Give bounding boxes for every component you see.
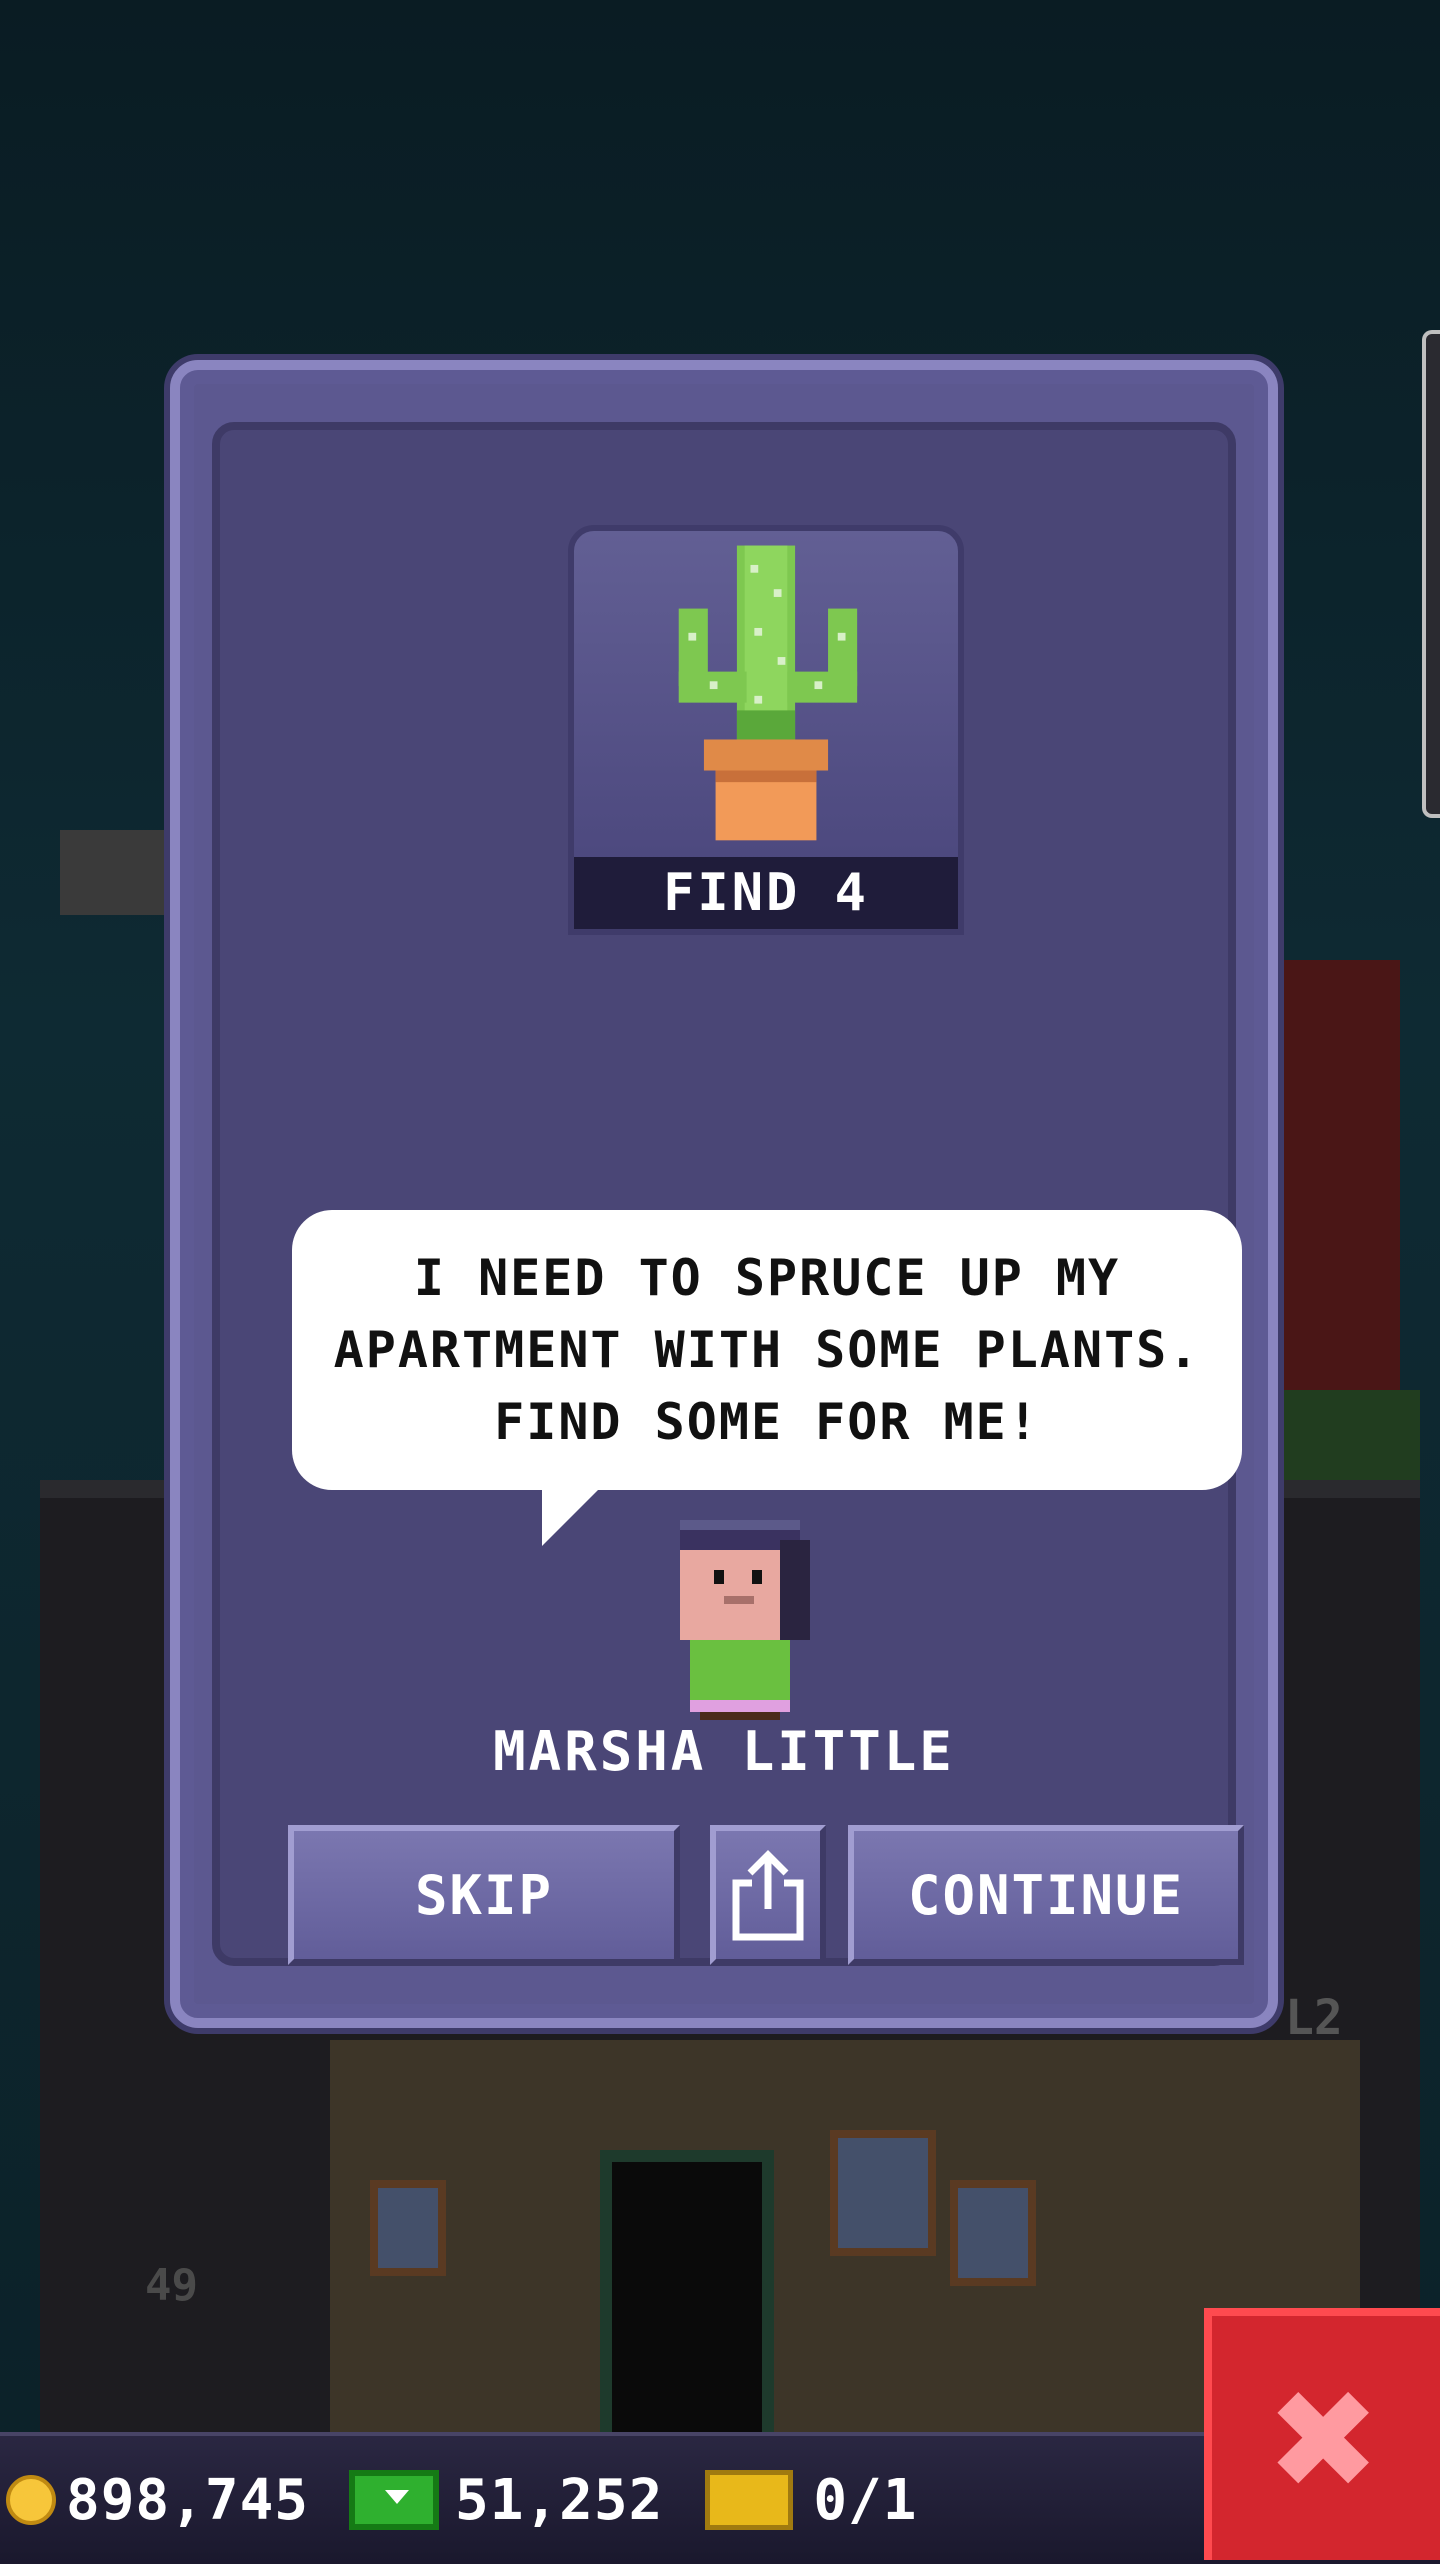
picture-frame (830, 2130, 936, 2256)
mission-item-card: FIND 4 (568, 525, 964, 935)
item-goal-label: FIND 4 (574, 857, 958, 929)
floor-number: 49 (145, 2260, 198, 2311)
skip-button[interactable]: SKIP (288, 1825, 680, 1965)
tickets-counter[interactable]: 0/1 (663, 2468, 917, 2533)
rooftop-grass (1270, 1390, 1420, 1480)
npc-name: MARSHA LITTLE (493, 1720, 955, 1783)
level-label: L2 (1285, 1990, 1343, 2046)
coins-value: 898,745 (66, 2467, 310, 2533)
close-icon: ✖ (1271, 2333, 1381, 2543)
cactus-pot-icon (678, 545, 858, 841)
picture-frame (950, 2180, 1036, 2286)
speech-bubble: I NEED TO SPRUCE UP MY APARTMENT WITH SO… (292, 1210, 1242, 1546)
npc-avatar (680, 1520, 810, 1720)
golden-ticket-icon (705, 2470, 794, 2530)
side-panel-tab[interactable] (1422, 330, 1440, 818)
tickets-value: 0/1 (813, 2467, 918, 2533)
bux-value: 51,252 (455, 2467, 664, 2533)
bux-icon (349, 2470, 440, 2530)
apartment-door (600, 2150, 774, 2464)
mission-dialog: FIND 4 I NEED TO SPRUCE UP MY APARTMENT … (170, 360, 1278, 2028)
mission-dialog-inner: FIND 4 I NEED TO SPRUCE UP MY APARTMENT … (212, 422, 1244, 1966)
bux-counter[interactable]: 51,252 (309, 2468, 663, 2533)
coins-counter[interactable]: 898,745 (0, 2468, 309, 2533)
continue-button[interactable]: CONTINUE (848, 1825, 1244, 1965)
coin-icon (6, 2475, 56, 2525)
speech-bubble-text: I NEED TO SPRUCE UP MY APARTMENT WITH SO… (333, 1249, 1201, 1451)
share-icon (732, 1850, 804, 1941)
share-button[interactable] (710, 1825, 826, 1965)
rooftop-sign (60, 830, 170, 915)
speech-bubble-tail (542, 1480, 608, 1546)
close-button[interactable]: ✖ (1204, 2308, 1440, 2560)
picture-frame (370, 2180, 446, 2276)
